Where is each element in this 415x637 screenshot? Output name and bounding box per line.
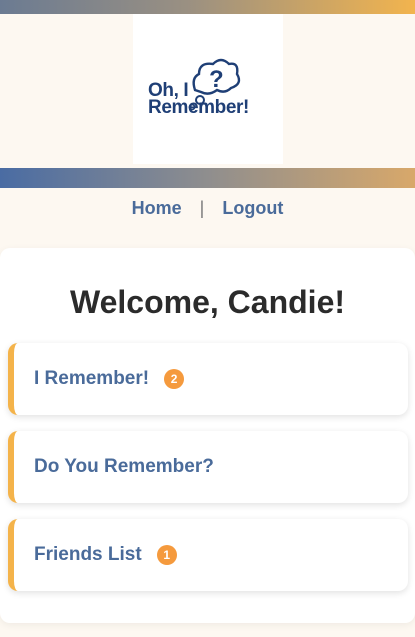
notification-badge: 1 [156,545,177,565]
logo-text: Oh, I Remember! [148,81,249,118]
notification-badge: 2 [164,369,185,389]
menu-item-friends-list[interactable]: Friends List 1 [8,519,408,591]
welcome-heading: Welcome, Candie! [69,284,346,320]
menu-item-label: Friends List [34,544,142,565]
menu-item-label: I Remember! [34,368,150,389]
nav-home-link[interactable]: Home [132,198,182,218]
header-gradient-bar [0,168,415,188]
logo-line-2: Remember! [148,97,249,118]
menu-item-label: Do You Remember? [34,456,214,477]
nav-bar: Home | Logout [0,198,415,220]
menu-item-i-remember[interactable]: I Remember! 2 [8,343,408,415]
logo: ? Oh, I Remember! [133,14,283,164]
nav-separator: | [199,198,205,218]
nav-logout-link[interactable]: Logout [222,198,283,218]
top-gradient-bar [0,0,415,14]
menu-item-do-you-remember[interactable]: Do You Remember? [8,431,408,503]
